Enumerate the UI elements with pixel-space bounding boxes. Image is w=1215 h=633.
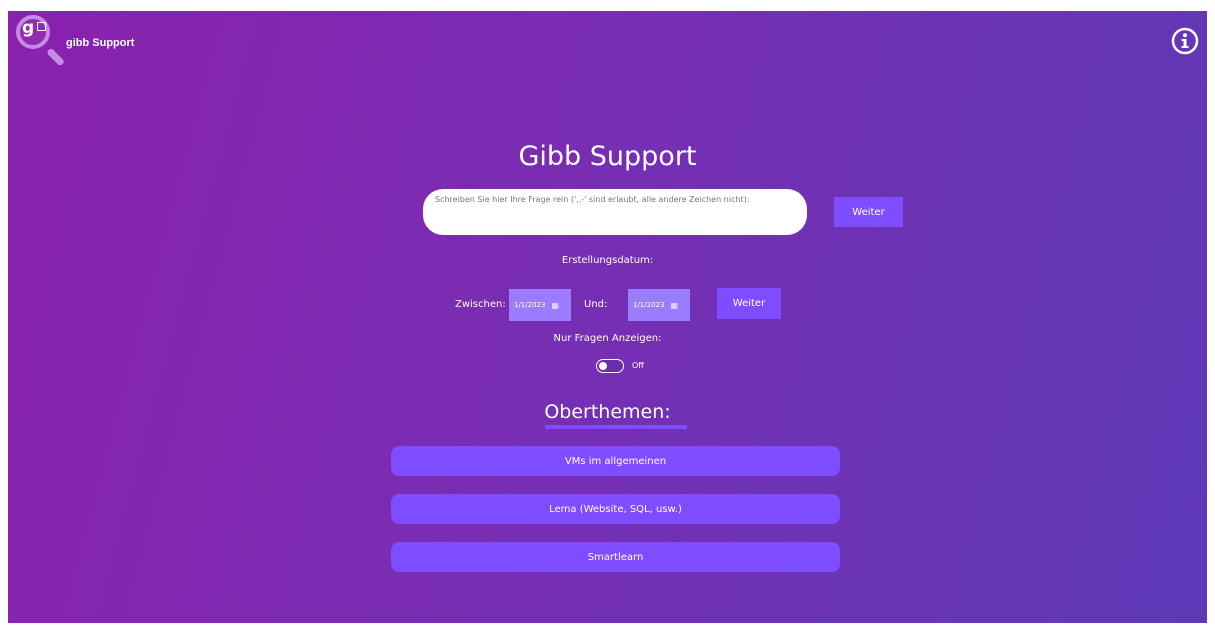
questions-only-label: Nur Fragen Anzeigen: [553, 333, 662, 344]
toggle-state-label: Off [632, 361, 644, 370]
date-from-input[interactable]: 1/1/2023 ▦ [509, 289, 571, 321]
topic-button-vms[interactable]: VMs im allgemeinen [391, 446, 840, 476]
question-input[interactable] [423, 189, 807, 235]
date-from-value: 1/1/2023 [514, 301, 546, 309]
heading-underline [545, 425, 687, 429]
topic-button-smartlearn[interactable]: Smartlearn [391, 542, 840, 572]
logo[interactable]: g gibb Support [16, 15, 134, 71]
creation-date-label: Erstellungsdatum: [561, 255, 654, 266]
calendar-icon: ▦ [551, 300, 560, 310]
topics-heading: Oberthemen: [544, 401, 671, 423]
toggle-knob [599, 362, 607, 370]
calendar-icon: ▦ [670, 300, 679, 310]
info-circle-icon[interactable] [1171, 27, 1199, 55]
page-title: Gibb Support [518, 141, 697, 172]
logo-text: gibb Support [66, 37, 135, 49]
logo-handle [46, 47, 66, 67]
date-to-input[interactable]: 1/1/2023 ▦ [628, 289, 690, 321]
date-filter-submit-button[interactable]: Weiter [717, 288, 781, 319]
and-label: Und: [584, 299, 608, 310]
questions-only-toggle[interactable] [596, 359, 624, 373]
date-to-value: 1/1/2023 [633, 301, 665, 309]
logo-square-icon [37, 22, 46, 31]
logo-letter: g [22, 18, 35, 38]
question-submit-button[interactable]: Weiter [834, 197, 903, 227]
magnifier-logo-icon: g [16, 15, 66, 71]
between-label: Zwischen: [455, 299, 506, 310]
topic-button-lema[interactable]: Lema (Website, SQL, usw.) [391, 494, 840, 524]
page-background: g gibb Support Gibb Support Weiter Erste… [8, 11, 1207, 623]
